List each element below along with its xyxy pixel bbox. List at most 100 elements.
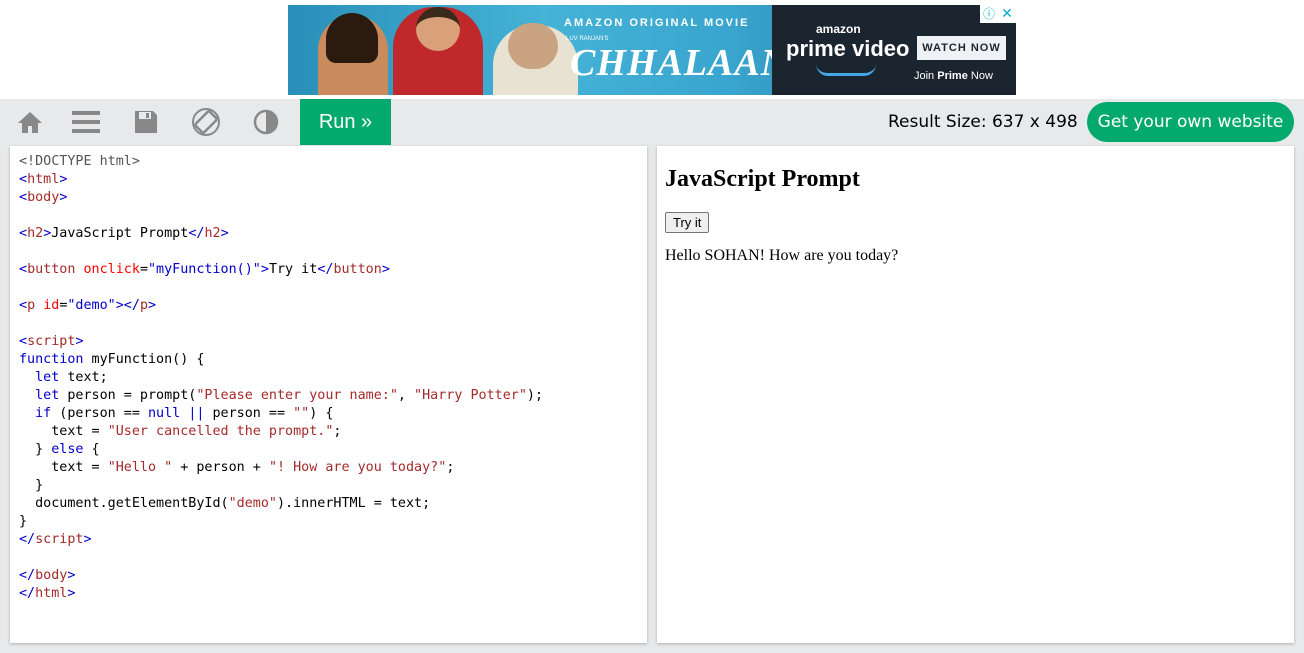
result-size-label: Result Size: 637 x 498 bbox=[888, 112, 1078, 132]
rotate-icon[interactable] bbox=[176, 99, 236, 145]
code-line[interactable] bbox=[19, 207, 647, 225]
code-line[interactable]: let text; bbox=[19, 369, 647, 387]
code-token: "! How are you today?" bbox=[268, 460, 447, 475]
code-line[interactable]: <body> bbox=[19, 189, 647, 207]
code-token: > bbox=[75, 334, 84, 349]
code-token: p bbox=[27, 298, 36, 313]
code-token: text; bbox=[59, 370, 108, 385]
code-line[interactable]: function myFunction() { bbox=[19, 351, 647, 369]
code-token: ; bbox=[333, 424, 342, 439]
code-token: } bbox=[19, 478, 44, 493]
code-token: } bbox=[19, 442, 52, 457]
code-line[interactable]: <!DOCTYPE html> bbox=[19, 153, 647, 171]
code-token: "User cancelled the prompt." bbox=[107, 424, 334, 439]
code-token: <!DOCTYPE html> bbox=[19, 154, 140, 169]
run-button[interactable]: Run » bbox=[300, 99, 391, 145]
try-it-button[interactable]: Try it bbox=[665, 212, 710, 233]
code-line[interactable]: } bbox=[19, 477, 647, 495]
ad-watch-now-button[interactable]: WATCH NOW bbox=[917, 36, 1006, 60]
code-line[interactable] bbox=[19, 315, 647, 333]
code-token: h2 bbox=[204, 226, 221, 241]
ad-brand-main: prime video bbox=[786, 36, 910, 61]
result-frame: JavaScript Prompt Try it Hello SOHAN! Ho… bbox=[657, 146, 1294, 643]
code-line[interactable] bbox=[19, 243, 647, 261]
code-token: = bbox=[139, 262, 148, 277]
contrast-icon[interactable] bbox=[236, 99, 296, 145]
code-token: myFunction() { bbox=[83, 352, 205, 367]
code-token: < bbox=[19, 190, 28, 205]
code-token: onclick bbox=[83, 262, 140, 277]
code-line[interactable] bbox=[19, 279, 647, 297]
code-line[interactable]: </html> bbox=[19, 585, 647, 603]
code-token: let bbox=[35, 370, 60, 385]
menu-icon[interactable] bbox=[56, 99, 116, 145]
code-token: "demo" bbox=[67, 298, 116, 313]
code-token: "Please enter your name:" bbox=[196, 388, 398, 403]
code-token: } bbox=[19, 514, 28, 529]
code-token: id bbox=[43, 298, 60, 313]
code-token: person == bbox=[204, 406, 294, 421]
code-line[interactable]: text = "User cancelled the prompt."; bbox=[19, 423, 647, 441]
code-line[interactable]: <h2>JavaScript Prompt</h2> bbox=[19, 225, 647, 243]
code-token: html bbox=[27, 172, 60, 187]
code-token: button bbox=[27, 262, 76, 277]
code-token: < bbox=[19, 334, 28, 349]
code-line[interactable]: </body> bbox=[19, 567, 647, 585]
code-token: (person == bbox=[51, 406, 148, 421]
ad-eyebrow: AMAZON ORIGINAL MOVIE bbox=[564, 17, 750, 29]
code-line[interactable]: <script> bbox=[19, 333, 647, 351]
code-token: </ bbox=[19, 532, 36, 547]
info-icon[interactable]: ⓘ bbox=[980, 5, 998, 23]
code-token: > bbox=[220, 226, 229, 241]
code-line[interactable]: text = "Hello " + person + "! How are yo… bbox=[19, 459, 647, 477]
code-line[interactable]: <button onclick="myFunction()">Try it</b… bbox=[19, 261, 647, 279]
code-line[interactable] bbox=[19, 549, 647, 567]
code-line[interactable]: <p id="demo"></p> bbox=[19, 297, 647, 315]
code-token: script bbox=[35, 532, 84, 547]
code-token: ); bbox=[526, 388, 544, 403]
get-your-own-website-button[interactable]: Get your own website bbox=[1087, 102, 1294, 142]
ad-banner[interactable]: AMAZON ORIGINAL MOVIE LUV RANJAN'S CHHAL… bbox=[288, 5, 1016, 95]
code-token: "" bbox=[293, 406, 310, 421]
code-token: null bbox=[148, 406, 181, 421]
save-icon[interactable] bbox=[116, 99, 176, 145]
code-line[interactable]: } else { bbox=[19, 441, 647, 459]
code-line[interactable]: if (person == null || person == "") { bbox=[19, 405, 647, 423]
home-icon[interactable] bbox=[0, 99, 60, 145]
code-token: p bbox=[139, 298, 148, 313]
code-token: text = bbox=[19, 460, 108, 475]
result-heading: JavaScript Prompt bbox=[665, 166, 860, 192]
ad-join-text: Join Prime Now bbox=[914, 70, 993, 82]
code-token: < bbox=[19, 172, 28, 187]
code-line[interactable]: document.getElementById("demo").innerHTM… bbox=[19, 495, 647, 513]
code-token: </ bbox=[188, 226, 205, 241]
code-token: text = bbox=[19, 424, 108, 439]
close-icon[interactable]: ✕ bbox=[998, 5, 1016, 23]
code-editor[interactable]: <!DOCTYPE html> <html> <body> <h2>JavaScrip… bbox=[10, 146, 647, 643]
code-token: </ bbox=[19, 586, 36, 601]
code-token: button bbox=[333, 262, 382, 277]
code-token: ; bbox=[446, 460, 455, 475]
code-token: > bbox=[260, 262, 269, 277]
code-token: < bbox=[19, 298, 28, 313]
code-token: "myFunction()" bbox=[148, 262, 261, 277]
code-token: + person + bbox=[172, 460, 269, 475]
code-token: "Hello " bbox=[107, 460, 173, 475]
code-token: > bbox=[59, 190, 68, 205]
code-line[interactable]: } bbox=[19, 513, 647, 531]
code-token: > bbox=[381, 262, 390, 277]
code-line[interactable]: let person = prompt("Please enter your n… bbox=[19, 387, 647, 405]
code-token: person = prompt( bbox=[59, 388, 197, 403]
code-line[interactable]: </script> bbox=[19, 531, 647, 549]
code-token: "Harry Potter" bbox=[414, 388, 527, 403]
code-token: ) { bbox=[309, 406, 334, 421]
code-line[interactable]: <html> bbox=[19, 171, 647, 189]
code-token: </ bbox=[317, 262, 334, 277]
code-token: { bbox=[83, 442, 100, 457]
code-token: || bbox=[188, 406, 205, 421]
